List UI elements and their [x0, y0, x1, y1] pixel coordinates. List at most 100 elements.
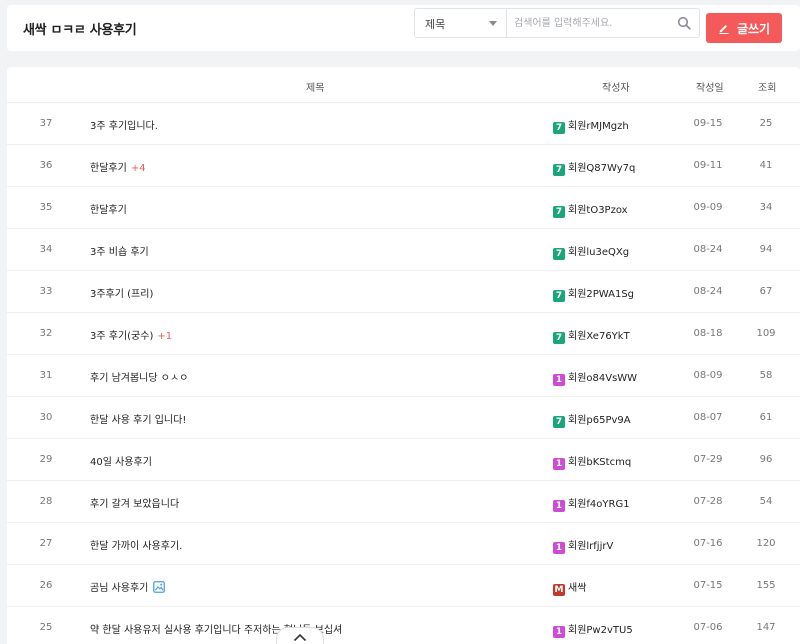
- author-name: 회원bKStcmq: [568, 457, 632, 468]
- post-number: 35: [39, 202, 53, 213]
- author-link[interactable]: 7 회원2PWA1Sg: [553, 285, 634, 302]
- member-level-badge: 7: [553, 416, 565, 428]
- post-title-link[interactable]: 3주 비숍 후기: [90, 243, 149, 258]
- member-level-badge: 7: [553, 332, 565, 344]
- author-link[interactable]: 7 회원lu3eQXg: [553, 243, 629, 260]
- table-row[interactable]: 29 40일 사용후기 1 회원bKStcmq 07-29 96: [7, 439, 800, 481]
- author-name: 회원o84VsWW: [568, 373, 638, 384]
- view-count: 94: [759, 244, 773, 255]
- table-row[interactable]: 32 3주 후기(궁수) +1 7 회원Xe76YkT 08-18 109: [7, 313, 800, 355]
- post-title-link[interactable]: 한달후기: [90, 201, 127, 216]
- table-row[interactable]: 30 한달 사용 후기 입니다! 7 회원p65Pv9A 08-07 61: [7, 397, 800, 439]
- view-count: 67: [759, 286, 773, 297]
- write-button-label: 글쓰기: [736, 21, 771, 36]
- post-title: 40일 사용후기: [90, 457, 152, 468]
- post-title-link[interactable]: 3주후기 (프리): [90, 285, 153, 300]
- board-title: 새싹 ㅁㅋㄹ 사용후기: [23, 23, 137, 38]
- author-link[interactable]: 1 회원Pw2vTU5: [553, 621, 633, 638]
- post-title: 곰님 사용후기: [90, 583, 149, 594]
- post-title-link[interactable]: 후기 남겨봅니당 ㅇㅅㅇ: [90, 369, 188, 384]
- member-level-badge: 7: [553, 206, 565, 218]
- member-level-badge: 7: [553, 290, 565, 302]
- author-link[interactable]: 7 회원rMJMgzh: [553, 117, 629, 134]
- post-title: 후기 갈겨 보았읍니다: [90, 499, 180, 510]
- post-date: 09-09: [693, 202, 723, 213]
- table-row[interactable]: 27 한달 가까이 사용후기. 1 회원lrfjjrV 07-16 120: [7, 523, 800, 565]
- table-row[interactable]: 37 3주 후기입니다. 7 회원rMJMgzh 09-15 25: [7, 103, 800, 145]
- table-row[interactable]: 34 3주 비숍 후기 7 회원lu3eQXg 08-24 94: [7, 229, 800, 271]
- author-link[interactable]: 1 회원f4oYRG1: [553, 495, 630, 512]
- author-link[interactable]: 7 회원Xe76YkT: [553, 327, 630, 344]
- post-date: 08-24: [693, 286, 723, 297]
- table-row[interactable]: 35 한달후기 7 회원tO3Pzox 09-09 34: [7, 187, 800, 229]
- author-link[interactable]: 7 회원p65Pv9A: [553, 411, 631, 428]
- search-input[interactable]: [508, 9, 672, 37]
- author-name: 회원Q87Wy7q: [568, 163, 636, 174]
- post-list: 제목 작성자 작성일 조회 37 3주 후기입니다. 7 회원rMJMgzh 09-15…: [7, 67, 800, 644]
- post-title-link[interactable]: 한달 가까이 사용후기.: [90, 537, 182, 552]
- author-link[interactable]: 7 회원Q87Wy7q: [553, 159, 635, 176]
- post-number: 26: [39, 580, 53, 591]
- post-date: 07-28: [693, 496, 723, 507]
- post-date: 07-29: [693, 454, 723, 465]
- author-name: 회원p65Pv9A: [568, 415, 631, 426]
- member-level-badge: M: [553, 584, 565, 596]
- search-icon: [677, 16, 691, 30]
- post-title: 한달 가까이 사용후기.: [90, 541, 183, 552]
- post-title: 한달후기: [90, 163, 127, 174]
- author-link[interactable]: 1 회원o84VsWW: [553, 369, 637, 386]
- member-level-badge: 7: [553, 248, 565, 260]
- post-date: 08-07: [693, 412, 723, 423]
- search-button[interactable]: [675, 14, 693, 32]
- post-title-link[interactable]: 한달 사용 후기 입니다!: [90, 411, 186, 426]
- view-count: 41: [759, 160, 773, 171]
- author-link[interactable]: 1 회원bKStcmq: [553, 453, 631, 470]
- table-row[interactable]: 31 후기 남겨봅니당 ㅇㅅㅇ 1 회원o84VsWW 08-09 58: [7, 355, 800, 397]
- post-date: 07-16: [693, 538, 723, 549]
- view-count: 109: [756, 328, 776, 339]
- member-level-badge: 1: [553, 458, 565, 470]
- post-date: 08-09: [693, 370, 723, 381]
- post-title-link[interactable]: 40일 사용후기: [90, 453, 152, 468]
- author-name: 회원2PWA1Sg: [568, 289, 635, 300]
- scroll-top-button[interactable]: [276, 627, 324, 644]
- post-title-link[interactable]: 후기 갈겨 보았읍니다: [90, 495, 179, 510]
- comment-count: +4: [130, 163, 146, 174]
- table-row[interactable]: 33 3주후기 (프리) 7 회원2PWA1Sg 08-24 67: [7, 271, 800, 313]
- author-name: 회원rMJMgzh: [568, 121, 629, 132]
- post-date: 09-15: [693, 118, 723, 129]
- post-number: 32: [39, 328, 53, 339]
- post-number: 33: [39, 286, 53, 297]
- write-button[interactable]: 글쓰기: [706, 13, 782, 43]
- post-title: 3주후기 (프리): [90, 289, 154, 300]
- author-link[interactable]: M 새싹: [553, 579, 586, 596]
- author-link[interactable]: 7 회원tO3Pzox: [553, 201, 628, 218]
- table-row[interactable]: 28 후기 갈겨 보았읍니다 1 회원f4oYRG1 07-28 54: [7, 481, 800, 523]
- member-level-badge: 1: [553, 500, 565, 512]
- post-title-link[interactable]: 한달후기 +4: [90, 159, 146, 174]
- author-name: 회원Xe76YkT: [568, 331, 630, 342]
- post-number: 31: [39, 370, 53, 381]
- view-count: 25: [759, 118, 773, 129]
- table-row[interactable]: 36 한달후기 +4 7 회원Q87Wy7q 09-11 41: [7, 145, 800, 187]
- post-number: 37: [39, 118, 53, 129]
- post-date: 08-24: [693, 244, 723, 255]
- view-count: 61: [759, 412, 773, 423]
- post-title-link[interactable]: 3주 후기(궁수) +1: [90, 327, 172, 342]
- view-count: 96: [759, 454, 773, 465]
- search-bar: 제목: [414, 8, 700, 38]
- member-level-badge: 7: [553, 164, 565, 176]
- post-title-link[interactable]: 곰님 사용후기: [90, 579, 166, 594]
- column-header-author: 작성자: [602, 83, 630, 94]
- view-count: 155: [756, 580, 776, 591]
- chevron-down-icon: [489, 21, 497, 26]
- search-scope-select[interactable]: 제목: [415, 9, 507, 37]
- view-count: 34: [759, 202, 773, 213]
- author-name: 회원Pw2vTU5: [568, 625, 633, 636]
- author-link[interactable]: 1 회원lrfjjrV: [553, 537, 613, 554]
- post-date: 07-06: [693, 622, 723, 633]
- table-row[interactable]: 26 곰님 사용후기 M 새싹 07-15 155: [7, 565, 800, 607]
- post-title-link[interactable]: 3주 후기입니다.: [90, 117, 158, 132]
- table-row[interactable]: 25 약 한달 사용유저 실사용 후기입니다 주저하는 형님들 보십셔 1 회원Pw2…: [7, 607, 800, 644]
- member-level-badge: 1: [553, 626, 565, 638]
